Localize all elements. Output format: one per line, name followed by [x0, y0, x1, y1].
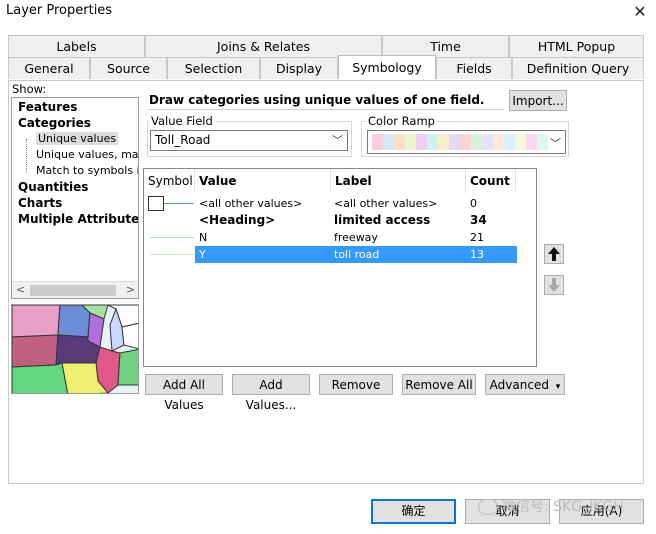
row-value: N — [199, 231, 208, 244]
color-ramp-swatch — [504, 134, 515, 150]
tab-definition-query[interactable]: Definition Query — [512, 57, 644, 79]
tab-source[interactable]: Source — [90, 57, 167, 79]
row-count: 0 — [470, 197, 477, 210]
tab-row-bottom: General Source Selection Display Symbolo… — [8, 55, 644, 79]
tree-item-unique-values-many[interactable]: Unique values, many — [36, 148, 138, 161]
tab-selection[interactable]: Selection — [167, 57, 260, 79]
color-ramp-swatches — [372, 134, 548, 150]
color-ramp-swatch — [493, 134, 504, 150]
chevron-down-icon: ﹀ — [332, 134, 343, 147]
row-label: <all other values> — [334, 197, 438, 210]
row-label: limited access — [334, 213, 431, 227]
symbol-line — [164, 203, 194, 204]
value-field-value: Toll_Road — [155, 133, 211, 147]
table-row[interactable]: N freeway 21 — [144, 229, 536, 246]
tree-item-quantities[interactable]: Quantities — [18, 180, 88, 194]
table-row[interactable]: <all other values> <all other values> 0 — [144, 195, 536, 212]
tree-horizontal-scrollbar[interactable]: < > — [12, 281, 138, 298]
value-field-combo[interactable]: Toll_Road ﹀ — [150, 130, 348, 151]
value-field-label: Value Field — [149, 114, 215, 128]
color-ramp-swatch — [471, 134, 482, 150]
tree-item-match-symbols[interactable]: Match to symbols in a — [36, 164, 138, 177]
color-ramp-combo[interactable]: ﹀ — [367, 130, 566, 154]
tab-joins-relates[interactable]: Joins & Relates — [145, 35, 382, 57]
add-values-button[interactable]: Add Values... — [232, 374, 310, 412]
row-value: <Heading> — [199, 213, 276, 227]
advanced-label: Advanced — [489, 378, 549, 392]
row-value: Y — [199, 248, 206, 261]
color-ramp-swatch — [383, 134, 394, 150]
watermark-overlay: 微信号: SKG_IKGH — [478, 496, 624, 516]
ok-button[interactable]: 确定 — [371, 499, 456, 524]
preview-map-image — [11, 304, 139, 394]
row-label: toll road — [334, 248, 380, 261]
row-value: <all other values> — [199, 197, 303, 210]
remove-button[interactable]: Remove — [319, 374, 393, 395]
col-header-value[interactable]: Value — [195, 169, 331, 191]
symbol-swatch-empty[interactable] — [148, 196, 164, 211]
color-ramp-swatch — [416, 134, 427, 150]
symbol-line — [150, 254, 194, 255]
color-ramp-swatch — [449, 134, 460, 150]
row-count: 21 — [470, 231, 484, 244]
tree-item-charts[interactable]: Charts — [18, 196, 62, 210]
row-count: 13 — [470, 248, 484, 261]
table-row-heading[interactable]: <Heading> limited access 34 — [144, 212, 536, 229]
arrow-down-icon — [548, 278, 560, 292]
advanced-button[interactable]: Advanced ▾ — [485, 374, 565, 395]
color-ramp-swatch — [438, 134, 449, 150]
table-row-selected[interactable]: Y toll road 13 — [144, 246, 536, 263]
tree-connector — [26, 139, 27, 173]
show-tree[interactable]: Features Categories Unique values Unique… — [11, 97, 139, 299]
symbol-list[interactable]: Symbol Value Label Count <all other valu… — [143, 168, 537, 367]
tab-row-top: Labels Joins & Relates Time HTML Popup — [8, 35, 644, 57]
wechat-icon — [478, 499, 498, 515]
color-ramp-swatch — [537, 134, 548, 150]
arrow-up-icon — [548, 247, 560, 261]
tab-symbology[interactable]: Symbology — [338, 55, 436, 79]
color-ramp-swatch — [460, 134, 471, 150]
col-header-symbol[interactable]: Symbol — [144, 169, 195, 191]
tab-time[interactable]: Time — [382, 35, 509, 57]
tab-fields[interactable]: Fields — [436, 57, 512, 79]
row-count: 34 — [470, 213, 487, 227]
tab-labels[interactable]: Labels — [8, 35, 145, 57]
chevron-down-icon: ﹀ — [550, 137, 561, 150]
tree-item-multiple-attributes[interactable]: Multiple Attributes — [18, 212, 138, 226]
dropdown-arrow-icon: ▾ — [555, 382, 561, 392]
tree-item-unique-values[interactable]: Unique values — [36, 132, 119, 145]
color-ramp-swatch — [482, 134, 493, 150]
color-ramp-swatch — [515, 134, 526, 150]
show-label: Show: — [12, 82, 47, 96]
color-ramp-swatch — [427, 134, 438, 150]
import-button[interactable]: Import... — [509, 90, 567, 111]
col-header-count[interactable]: Count — [466, 169, 516, 191]
symbol-line — [150, 237, 194, 238]
tree-item-categories[interactable]: Categories — [18, 116, 91, 130]
color-ramp-swatch — [405, 134, 416, 150]
scroll-left-icon[interactable]: < — [16, 283, 25, 296]
description-text: Draw categories using unique values of o… — [148, 90, 504, 110]
add-all-values-button[interactable]: Add All Values — [145, 374, 223, 412]
row-label: freeway — [334, 231, 378, 244]
color-ramp-swatch — [394, 134, 405, 150]
move-up-button[interactable] — [544, 244, 564, 264]
color-ramp-swatch — [372, 134, 383, 150]
tree-item-features[interactable]: Features — [18, 100, 77, 114]
scroll-right-icon[interactable]: > — [126, 283, 135, 296]
tab-display[interactable]: Display — [260, 57, 338, 79]
tab-html-popup[interactable]: HTML Popup — [509, 35, 644, 57]
remove-all-button[interactable]: Remove All — [402, 374, 476, 395]
color-ramp-swatch — [526, 134, 537, 150]
window-title: Layer Properties — [6, 3, 113, 18]
move-down-button[interactable] — [544, 275, 564, 295]
color-ramp-label: Color Ramp — [366, 114, 437, 128]
col-header-label[interactable]: Label — [331, 169, 466, 191]
scroll-thumb[interactable] — [30, 285, 116, 296]
close-icon[interactable]: ✕ — [628, 0, 652, 24]
tab-general[interactable]: General — [8, 57, 90, 79]
watermark-text: 微信号: SKG_IKGH — [502, 499, 624, 515]
